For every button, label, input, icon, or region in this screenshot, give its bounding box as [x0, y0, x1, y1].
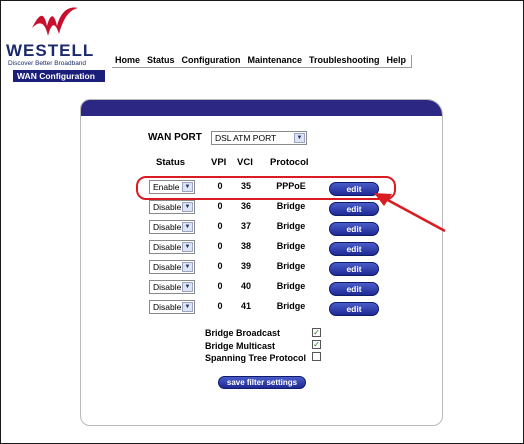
annotation-arrow-icon [374, 193, 446, 233]
nav-home[interactable]: Home [115, 55, 140, 71]
vpi-cell: 0 [217, 241, 223, 251]
protocol-cell: Bridge [276, 261, 306, 271]
status-select[interactable]: Disable ▼ [149, 240, 195, 254]
nav-configuration[interactable]: Configuration [182, 55, 241, 71]
swoosh-logo-icon [32, 7, 78, 36]
nav-status[interactable]: Status [147, 55, 175, 71]
nav-divider-end [411, 55, 412, 68]
brand-name: WESTELL [6, 41, 95, 60]
protocol-cell: Bridge [276, 301, 306, 311]
status-value: Disable [153, 242, 182, 252]
status-value: Disable [153, 222, 182, 232]
vpi-cell: 0 [217, 301, 223, 311]
vpi-cell: 0 [217, 201, 223, 211]
option-label-spanning-tree: Spanning Tree Protocol [205, 353, 307, 363]
chevron-down-icon: ▼ [294, 133, 305, 143]
option-label-bridge-broadcast: Bridge Broadcast [205, 328, 281, 338]
status-value: Disable [153, 262, 182, 272]
status-select[interactable]: Disable ▼ [149, 300, 195, 314]
header-vci: VCI [237, 157, 253, 168]
vci-cell: 39 [240, 261, 251, 271]
annotation-highlight-box [136, 176, 396, 200]
edit-button[interactable]: edit [329, 282, 379, 296]
bridge-multicast-checkbox[interactable]: ✓ [312, 340, 321, 349]
edit-button[interactable]: edit [329, 242, 379, 256]
chevron-down-icon: ▼ [182, 242, 193, 252]
vci-cell: 40 [240, 281, 251, 291]
protocol-cell: Bridge [276, 221, 306, 231]
status-value: Disable [153, 282, 182, 292]
protocol-cell: Bridge [276, 281, 306, 291]
bridge-broadcast-checkbox[interactable]: ✓ [312, 328, 321, 337]
vpi-cell: 0 [217, 261, 223, 271]
chevron-down-icon: ▼ [182, 222, 193, 232]
vpi-cell: 0 [217, 281, 223, 291]
main-nav: Home Status Configuration Maintenance Tr… [115, 55, 406, 71]
status-select[interactable]: Disable ▼ [149, 220, 195, 234]
protocol-cell: Bridge [276, 241, 306, 251]
protocol-cell: Bridge [276, 201, 306, 211]
wan-port-value: DSL ATM PORT [215, 133, 277, 143]
wan-port-label: WAN PORT [148, 132, 202, 143]
edit-button[interactable]: edit [329, 302, 379, 316]
nav-maintenance[interactable]: Maintenance [248, 55, 303, 71]
nav-divider [112, 67, 412, 68]
status-value: Disable [153, 202, 182, 212]
save-filter-settings-button[interactable]: save filter settings [218, 376, 306, 389]
status-select[interactable]: Disable ▼ [149, 200, 195, 214]
vpi-cell: 0 [217, 221, 223, 231]
chevron-down-icon: ▼ [182, 202, 193, 212]
header-protocol: Protocol [270, 157, 309, 168]
brand-tagline: Discover Better Broadband [8, 60, 87, 67]
vci-cell: 37 [240, 221, 251, 231]
spanning-tree-checkbox[interactable] [312, 352, 321, 361]
option-label-bridge-multicast: Bridge Multicast [205, 341, 276, 351]
status-value: Disable [153, 302, 182, 312]
page-title: WAN Configuration [13, 70, 105, 82]
header-vpi: VPI [211, 157, 227, 168]
status-select[interactable]: Disable ▼ [149, 280, 195, 294]
wan-port-select[interactable]: DSL ATM PORT ▼ [211, 131, 307, 145]
chevron-down-icon: ▼ [182, 302, 193, 312]
vci-cell: 41 [240, 301, 251, 311]
status-select[interactable]: Disable ▼ [149, 260, 195, 274]
panel-header [81, 100, 442, 116]
nav-help[interactable]: Help [387, 55, 407, 71]
vci-cell: 38 [240, 241, 251, 251]
chevron-down-icon: ▼ [182, 262, 193, 272]
westell-logo: WESTELL Discover Better Broadband [6, 6, 110, 67]
chevron-down-icon: ▼ [182, 282, 193, 292]
header-status: Status [156, 157, 186, 168]
edit-button[interactable]: edit [329, 262, 379, 276]
vci-cell: 36 [240, 201, 251, 211]
nav-troubleshooting[interactable]: Troubleshooting [309, 55, 380, 71]
